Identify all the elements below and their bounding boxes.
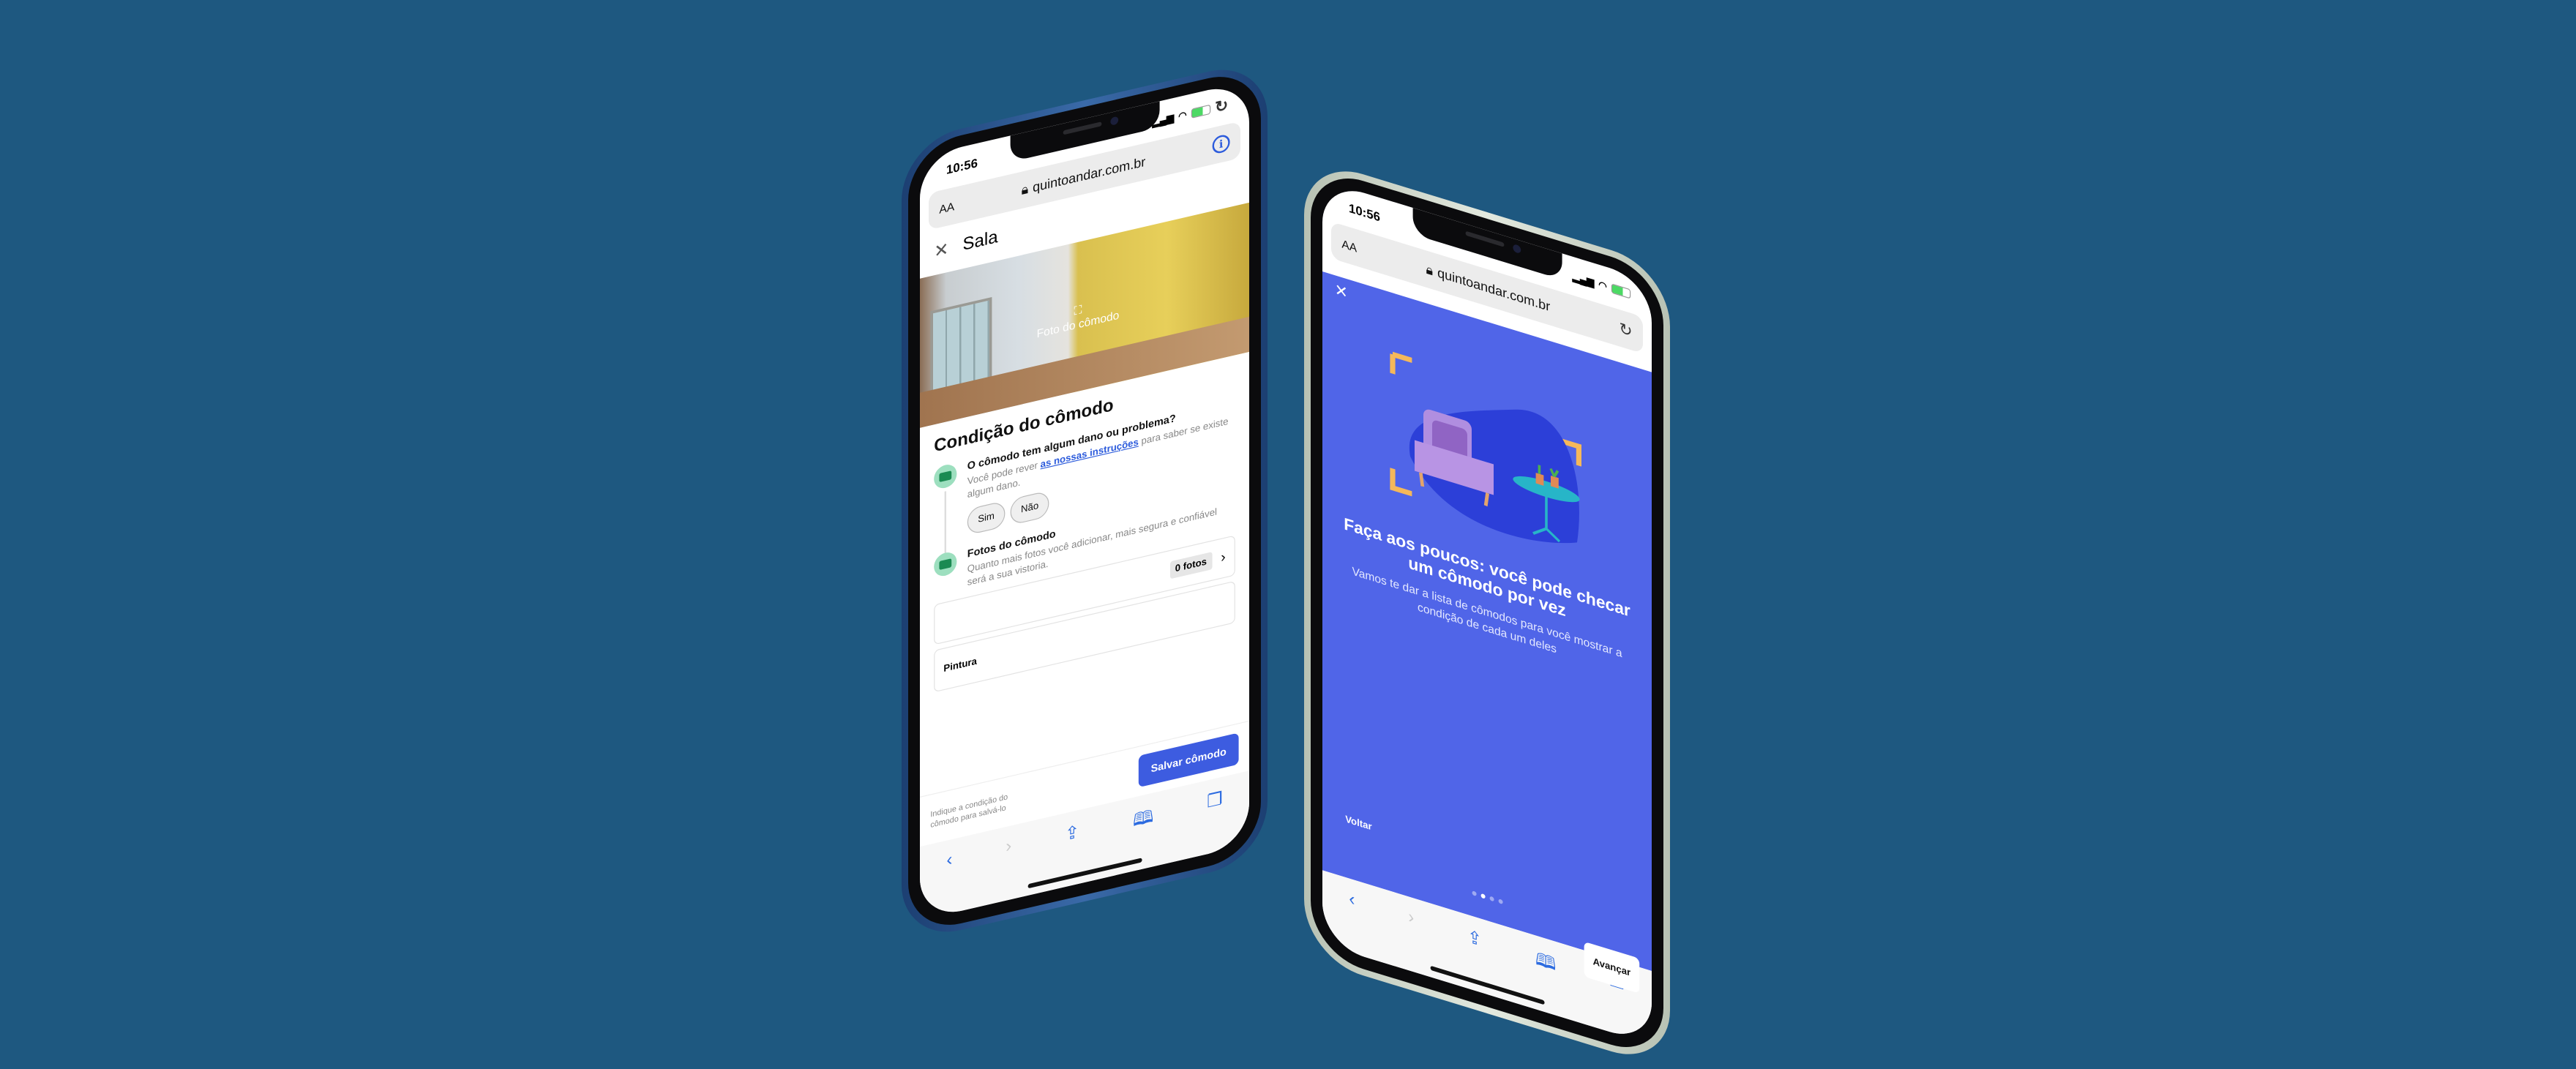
screen-room-condition: 10:56 ▂▄▆ ◠ ↻ AA 🔒︎ quintoandar.com.br i ✕ … <box>920 80 1249 920</box>
no-button[interactable]: Não <box>1010 490 1049 526</box>
tabs-icon[interactable]: ❐ <box>1207 787 1223 854</box>
bookmarks-icon[interactable]: 🕮︎ <box>1535 946 1556 1016</box>
battery-icon <box>1191 104 1211 119</box>
back-button[interactable]: Voltar <box>1345 814 1371 833</box>
page-dot[interactable] <box>1498 898 1502 904</box>
phone-left: 10:56 ▂▄▆ ◠ ↻ AA 🔒︎ quintoandar.com.br i ✕ … <box>902 58 1268 944</box>
reload-icon[interactable]: ↻ <box>1619 319 1632 342</box>
forward-icon[interactable]: › <box>1006 836 1011 901</box>
forward-icon[interactable]: › <box>1408 907 1414 972</box>
text-size-button[interactable]: AA <box>939 199 954 216</box>
status-time: 10:56 <box>1349 200 1380 225</box>
phone-right: 10:56 ▂▄▆ ◠ AA 🔒︎ quintoandar.com.br ↻ ✕ F… <box>1304 156 1670 1069</box>
back-icon[interactable]: ‹ <box>946 849 952 914</box>
sofa-icon <box>934 462 957 491</box>
page-dot[interactable] <box>1489 896 1494 902</box>
text-size-button[interactable]: AA <box>1341 236 1357 254</box>
wifi-icon: ◠ <box>1598 279 1607 293</box>
page-dot[interactable] <box>1472 890 1476 896</box>
camera-icon <box>934 549 957 579</box>
status-time: 10:56 <box>946 155 978 177</box>
chevron-right-icon: › <box>1221 549 1226 566</box>
close-icon[interactable]: ✕ <box>1335 280 1348 303</box>
camera-icon <box>1512 243 1521 254</box>
page-indicator[interactable] <box>1472 890 1502 904</box>
screen-onboarding: 10:56 ▂▄▆ ◠ AA 🔒︎ quintoandar.com.br ↻ ✕ F… <box>1322 180 1652 1045</box>
close-icon[interactable]: ✕ <box>934 238 948 263</box>
back-icon[interactable]: ‹ <box>1349 889 1355 954</box>
phone-bezel: 10:56 ▂▄▆ ◠ AA 🔒︎ quintoandar.com.br ↻ ✕ F… <box>1311 165 1663 1061</box>
signal-icon: ▂▄▆ <box>1572 271 1595 288</box>
lock-icon: 🔒︎ <box>1426 261 1434 279</box>
page-dot-active[interactable] <box>1480 893 1485 899</box>
wifi-icon: ◠ <box>1178 109 1187 122</box>
battery-icon <box>1611 282 1631 299</box>
lock-icon: 🔒︎ <box>1021 181 1029 198</box>
info-icon[interactable]: i <box>1212 133 1230 155</box>
page-title: Sala <box>962 227 998 255</box>
photos-count: 0 fotos <box>1169 552 1213 579</box>
camera-icon <box>1109 116 1118 126</box>
yes-button[interactable]: Sim <box>967 500 1006 536</box>
onboarding-panel: ✕ Faça aos poucos: você pode checar um c… <box>1322 271 1652 994</box>
phone-bezel: 10:56 ▂▄▆ ◠ ↻ AA 🔒︎ quintoandar.com.br i ✕ … <box>908 66 1261 936</box>
reload-icon[interactable]: ↻ <box>1215 96 1228 117</box>
save-hint: Indique a condição do cômodo para salvá-… <box>930 792 1008 830</box>
